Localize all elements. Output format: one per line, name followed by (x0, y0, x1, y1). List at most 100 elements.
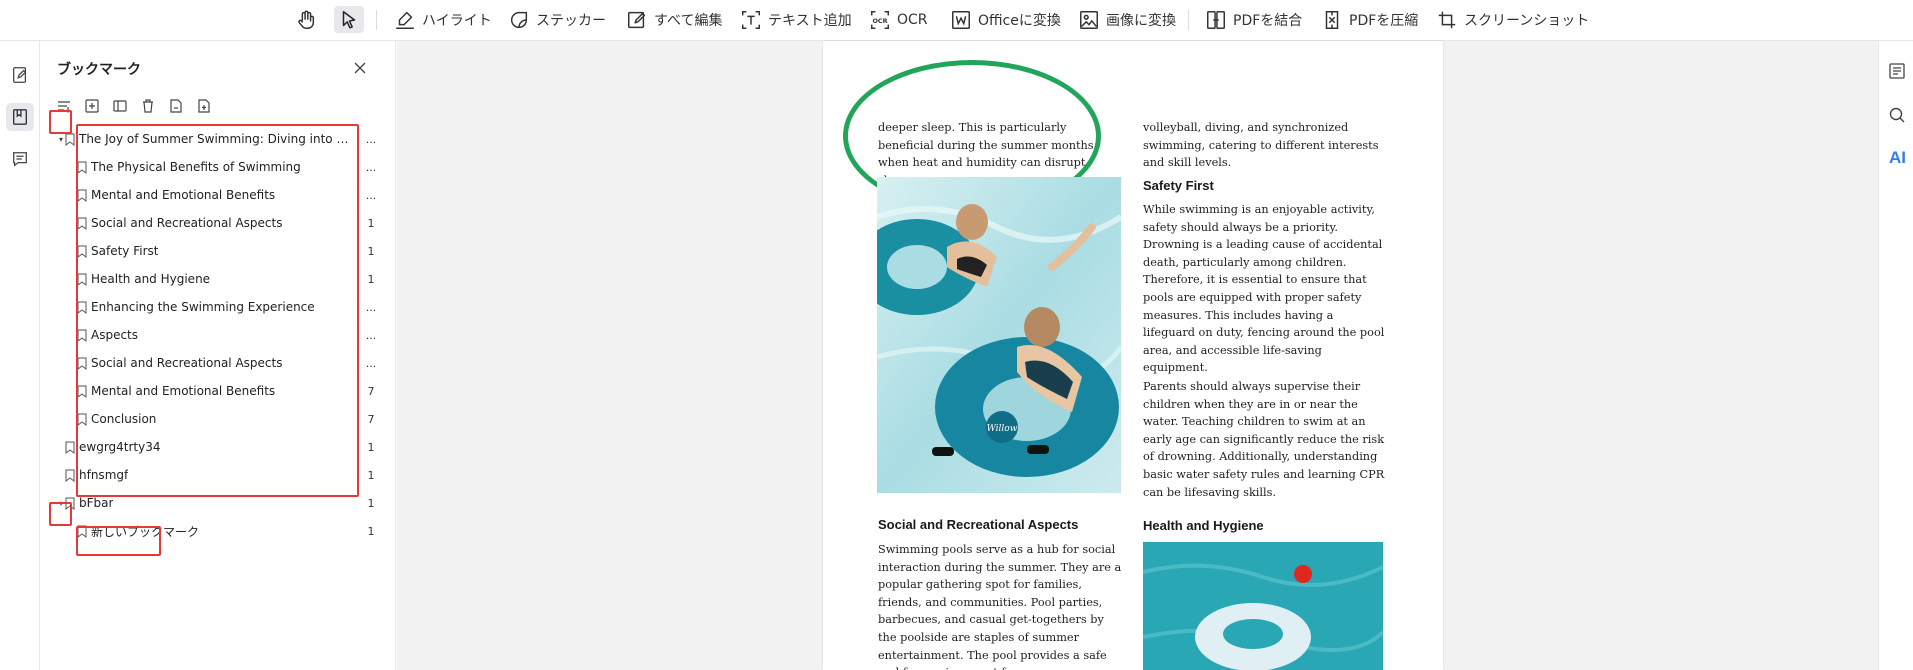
toolbar-divider (376, 10, 377, 30)
bookmark-label: 新しいブックマーク (91, 524, 200, 539)
social-paragraph: Swimming pools serve as a hub for social… (878, 543, 1122, 670)
health-heading: Health and Hygiene (1143, 518, 1264, 533)
bookmark-panel: ブックマーク ▾ The Joy of Summer Swimming: Divi… (41, 41, 396, 670)
bookmark-item[interactable]: The Physical Benefits of Swimming... (41, 156, 396, 178)
bookmark-page-number: 1 (367, 524, 375, 538)
bookmark-page-number: 1 (367, 496, 375, 510)
search-button[interactable] (1886, 104, 1908, 126)
highlight-button[interactable]: ハイライト (394, 6, 492, 33)
merge-pdf-icon (1207, 10, 1225, 29)
bookmark-page-number: 1 (367, 468, 375, 482)
bookmark-ribbon-icon (65, 497, 75, 510)
safety-paragraph-1: While swimming is an enjoyable activity,… (1143, 203, 1385, 375)
edit-all-button[interactable]: すべて編集 (626, 6, 722, 33)
highlighter-icon (396, 11, 414, 29)
sort-icon (58, 101, 71, 113)
bookmark-page-number: ... (365, 160, 377, 174)
delete-button[interactable] (139, 97, 157, 115)
delete-icon (143, 99, 153, 113)
compress-pdf-icon (1325, 10, 1339, 29)
bookmark-label: Social and Recreational Aspects (91, 216, 283, 230)
comment-icon (13, 152, 27, 167)
left-rail (0, 41, 40, 670)
ocr-icon: OCR (871, 10, 889, 29)
bookmark-page-number: ... (365, 188, 377, 202)
screenshot-button[interactable]: スクリーンショット (1436, 6, 1589, 33)
ocr-button[interactable]: OCR OCR (869, 6, 928, 33)
toolbar-divider (1188, 10, 1189, 30)
close-icon[interactable] (352, 60, 368, 76)
bookmark-item[interactable]: Aspects... (41, 324, 396, 346)
bookmark-item[interactable]: Social and Recreational Aspects... (41, 352, 396, 374)
edit-icon (628, 11, 646, 28)
bookmark-ribbon-icon (77, 525, 87, 538)
sticker-button[interactable]: ステッカー (508, 6, 606, 33)
sticker-icon (510, 11, 528, 28)
bookmark-item[interactable]: Conclusion 7 (41, 408, 396, 430)
bookmark-item[interactable]: 新しいブックマーク 1 (41, 520, 396, 542)
bookmark-label: Conclusion (91, 412, 157, 426)
bookmark-item[interactable]: Safety First 1 (41, 240, 396, 262)
pdf-page[interactable]: deeper sleep. This is particularly benef… (823, 41, 1443, 670)
bookmark-ribbon-icon (65, 133, 75, 146)
bookmark-label: Mental and Emotional Benefits (91, 384, 276, 398)
page-edit-tab[interactable] (6, 61, 34, 89)
bookmark-item[interactable]: hfnsmgf 1 (41, 464, 396, 486)
expand-collapse-button[interactable] (111, 97, 129, 115)
bookmark-label: Mental and Emotional Benefits (91, 188, 276, 202)
bookmark-item[interactable]: ewgrg4trty34 1 (41, 436, 396, 458)
add-text-icon (742, 10, 760, 29)
properties-icon (1889, 63, 1905, 79)
bookmark-ribbon-icon (77, 217, 87, 230)
bookmark-ribbon-icon (77, 301, 87, 314)
bookmark-item[interactable]: Health and Hygiene 1 (41, 268, 396, 290)
merge-pdf-button[interactable]: PDFを結合 (1205, 6, 1302, 33)
bookmark-item[interactable]: Social and Recreational Aspects 1 (41, 212, 396, 234)
properties-button[interactable] (1886, 60, 1908, 82)
bookmark-item[interactable]: ▾ The Joy of Summer Swimming: Diving into… (41, 128, 396, 150)
bookmark-item[interactable]: Mental and Emotional Benefits... (41, 184, 396, 206)
hand-tool-button[interactable] (291, 6, 321, 33)
bookmark-page-number: ... (365, 300, 377, 314)
export-button[interactable] (167, 97, 185, 115)
bookmark-ribbon-icon (65, 469, 75, 482)
ai-assistant-button[interactable]: AI (1889, 148, 1906, 168)
expand-collapse-icon (113, 100, 127, 112)
panel-title: ブックマーク (57, 62, 141, 78)
bookmark-item[interactable]: Mental and Emotional Benefits 7 (41, 380, 396, 402)
sort-button[interactable] (55, 97, 73, 115)
edit-all-label: すべて編集 (654, 12, 723, 29)
svg-text:OCR: OCR (872, 16, 887, 24)
image-convert-icon (1080, 10, 1098, 29)
add-bookmark-button[interactable] (83, 97, 101, 115)
social-heading: Social and Recreational Aspects (878, 517, 1079, 532)
bookmark-tab[interactable] (6, 103, 34, 131)
hand-icon (298, 10, 315, 29)
bookmark-label: ewgrg4trty34 (79, 440, 161, 454)
add-text-button[interactable]: テキスト追加 (740, 6, 852, 33)
compress-pdf-label: PDFを圧縮 (1349, 12, 1419, 29)
bookmark-page-number: ... (365, 356, 377, 370)
import-button[interactable] (195, 97, 213, 115)
export-icon (170, 99, 182, 113)
office-convert-icon (952, 10, 970, 29)
bookmark-page-number: ... (365, 132, 377, 146)
screenshot-label: スクリーンショット (1464, 12, 1590, 29)
bookmark-label: Safety First (91, 244, 159, 258)
document-viewer[interactable]: deeper sleep. This is particularly benef… (397, 41, 1878, 670)
convert-office-button[interactable]: Officeに変換 (950, 6, 1061, 33)
bookmark-item[interactable]: Enhancing the Swimming Experience... (41, 296, 396, 318)
bookmark-item[interactable]: ▾ bFbar 1 (41, 492, 396, 514)
comment-tab[interactable] (6, 145, 34, 173)
import-icon (198, 99, 210, 113)
sticker-label: ステッカー (536, 12, 606, 29)
bookmark-label: bFbar (79, 496, 114, 510)
select-tool-button[interactable] (334, 6, 364, 33)
pool-ring-photo (1143, 542, 1383, 670)
bookmark-ribbon-icon (65, 441, 75, 454)
screenshot-icon (1438, 11, 1456, 28)
compress-pdf-button[interactable]: PDFを圧縮 (1321, 6, 1418, 33)
add-bookmark-icon (85, 99, 99, 113)
add-text-label: テキスト追加 (768, 12, 852, 29)
convert-image-button[interactable]: 画像に変換 (1078, 6, 1176, 33)
